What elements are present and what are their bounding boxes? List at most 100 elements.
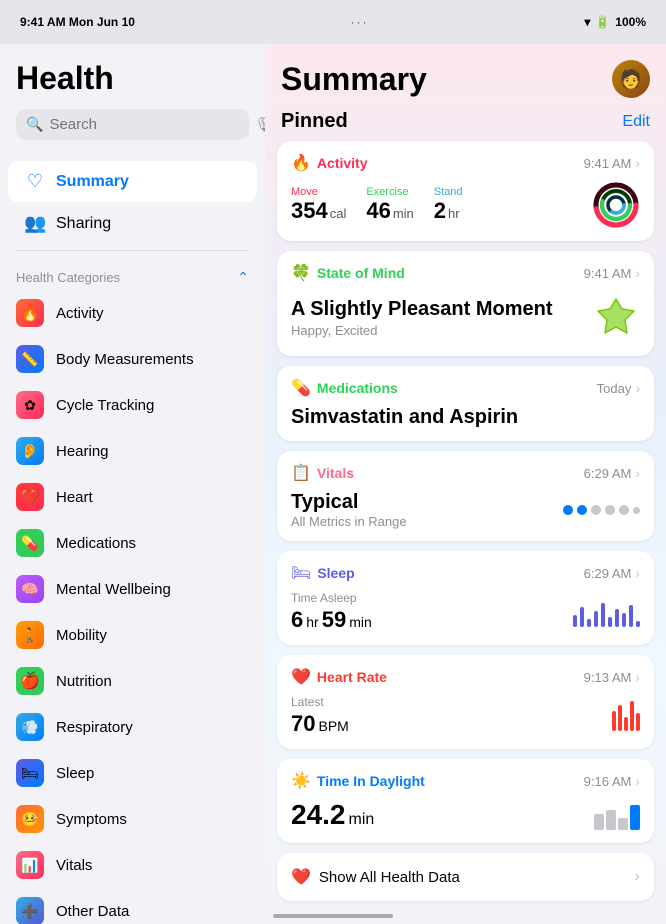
status-center: ··· (351, 15, 369, 29)
sleep-icon: 🛏 (16, 759, 44, 787)
state-of-mind-value: A Slightly Pleasant Moment (291, 298, 553, 321)
daylight-body: 24.2 min (291, 799, 640, 831)
vitals-sub: All Metrics in Range (291, 514, 407, 529)
pinned-section-header: Pinned Edit (265, 106, 666, 141)
sidebar-item-symptoms[interactable]: 🤒 Symptoms (0, 796, 265, 842)
medications-header: 💊 Medications Today › (291, 378, 640, 398)
dot-5 (619, 505, 629, 515)
avatar[interactable]: 🧑 (612, 60, 650, 98)
edit-button[interactable]: Edit (622, 113, 650, 131)
mental-label: Mental Wellbeing (56, 581, 171, 598)
nutrition-label: Nutrition (56, 673, 112, 690)
sleep-min-unit: min (349, 614, 372, 630)
sleep-duration: 6 hr 59 min (291, 607, 372, 633)
sidebar: Health 🔍 🎙 ♡ Summary 👥 Sharing Health Ca… (0, 44, 265, 924)
activity-card-title: Activity (317, 155, 368, 171)
show-all-chevron-icon: › (635, 868, 640, 886)
sleep-body: Time Asleep 6 hr 59 min (291, 591, 640, 633)
sidebar-item-sleep[interactable]: 🛏 Sleep (0, 750, 265, 796)
body-label: Body Measurements (56, 351, 194, 368)
vitals-dots (563, 505, 640, 515)
sidebar-item-activity[interactable]: 🔥 Activity (0, 290, 265, 336)
activity-left: Move 354 cal Exercise 46 min (291, 186, 463, 224)
state-of-mind-visual (592, 291, 640, 344)
move-value: 354 (291, 198, 328, 224)
activity-metrics: Move 354 cal Exercise 46 min (291, 181, 640, 229)
state-of-mind-title-row: 🍀 State of Mind (291, 263, 405, 283)
state-of-mind-text: A Slightly Pleasant Moment Happy, Excite… (291, 298, 553, 338)
search-input[interactable] (49, 116, 248, 133)
search-icon: 🔍 (26, 116, 43, 133)
health-categories-header: Health Categories ⌃ (0, 257, 265, 290)
vitals-header: 📋 Vitals 6:29 AM › (291, 463, 640, 483)
sleep-card-icon: 🛏 (291, 563, 311, 583)
mobility-label: Mobility (56, 627, 107, 644)
vitals-card[interactable]: 📋 Vitals 6:29 AM › Typical All Metrics i… (277, 451, 654, 541)
vitals-value: Typical (291, 491, 407, 514)
vitals-body: Typical All Metrics in Range (291, 491, 640, 529)
medications-title-row: 💊 Medications (291, 378, 398, 398)
sleep-label: Sleep (56, 765, 94, 782)
heart-rate-header: ❤️ Heart Rate 9:13 AM › (291, 667, 640, 687)
mobility-icon: 🚶 (16, 621, 44, 649)
main-content: Summary 🧑 Pinned Edit 🔥 Activity 9:41 AM… (265, 44, 666, 924)
main-header: Summary 🧑 (265, 44, 666, 106)
exercise-unit: min (393, 206, 414, 221)
dot-2 (577, 505, 587, 515)
daylight-chevron-icon: › (635, 773, 640, 789)
medications-label: Medications (56, 535, 136, 552)
show-all-row[interactable]: ❤️ Show All Health Data › (277, 853, 654, 901)
nutrition-icon: 🍎 (16, 667, 44, 695)
sidebar-item-respiratory[interactable]: 💨 Respiratory (0, 704, 265, 750)
meds-icon: 💊 (16, 529, 44, 557)
sidebar-item-medications[interactable]: 💊 Medications (0, 520, 265, 566)
pinned-title: Pinned (281, 110, 348, 133)
sidebar-item-heart[interactable]: ❤️ Heart (0, 474, 265, 520)
sleep-card-title: Sleep (317, 565, 354, 581)
sleep-time: 6:29 AM (584, 566, 632, 581)
state-of-mind-card[interactable]: 🍀 State of Mind 9:41 AM › A Slightly Ple… (277, 251, 654, 356)
hr-unit: BPM (318, 718, 348, 734)
wifi-icon: ▾ (584, 15, 590, 29)
sidebar-nav-label-summary: Summary (56, 173, 129, 191)
medications-card[interactable]: 💊 Medications Today › Simvastatin and As… (277, 366, 654, 441)
sidebar-item-vitals[interactable]: 📊 Vitals (0, 842, 265, 888)
respiratory-label: Respiratory (56, 719, 133, 736)
daylight-time: 9:16 AM (584, 774, 632, 789)
vitals-title-row: 📋 Vitals (291, 463, 354, 483)
search-bar[interactable]: 🔍 🎙 (16, 109, 249, 140)
sidebar-item-other[interactable]: ➕ Other Data (0, 888, 265, 924)
home-indicator (273, 914, 393, 918)
daylight-card[interactable]: ☀️ Time In Daylight 9:16 AM › 24.2 min (277, 759, 654, 843)
sidebar-item-sharing[interactable]: 👥 Sharing (8, 203, 257, 244)
daylight-header: ☀️ Time In Daylight 9:16 AM › (291, 771, 640, 791)
summary-icon: ♡ (24, 171, 46, 192)
sidebar-item-nutrition[interactable]: 🍎 Nutrition (0, 658, 265, 704)
move-metric: Move 354 cal (291, 186, 346, 224)
activity-card[interactable]: 🔥 Activity 9:41 AM › Move 354 cal (277, 141, 654, 241)
state-of-mind-header: 🍀 State of Mind 9:41 AM › (291, 263, 640, 283)
mic-icon[interactable]: 🎙 (254, 116, 265, 133)
sleep-card[interactable]: 🛏 Sleep 6:29 AM › Time Asleep 6 hr 59 mi… (277, 551, 654, 645)
daylight-title: Time In Daylight (317, 773, 425, 789)
activity-card-icon: 🔥 (291, 153, 311, 173)
activity-chevron-icon: › (635, 155, 640, 171)
show-all-label: Show All Health Data (319, 869, 460, 886)
heart-rate-card[interactable]: ❤️ Heart Rate 9:13 AM › Latest 70 BPM (277, 655, 654, 749)
sleep-text: Time Asleep 6 hr 59 min (291, 591, 372, 633)
cycle-label: Cycle Tracking (56, 397, 154, 414)
sidebar-item-summary[interactable]: ♡ Summary (8, 161, 257, 202)
daylight-value-row: 24.2 min (291, 799, 374, 831)
sidebar-item-mobility[interactable]: 🚶 Mobility (0, 612, 265, 658)
sidebar-item-body[interactable]: 📏 Body Measurements (0, 336, 265, 382)
sidebar-item-cycle[interactable]: ✿ Cycle Tracking (0, 382, 265, 428)
status-right: ▾ 🔋 100% (584, 15, 646, 29)
medications-chevron-icon: › (635, 380, 640, 396)
activity-title-row: 🔥 Activity (291, 153, 368, 173)
health-categories-title: Health Categories (16, 270, 120, 285)
move-label: Move (291, 186, 346, 198)
health-categories-chevron[interactable]: ⌃ (237, 269, 249, 286)
sidebar-item-mental[interactable]: 🧠 Mental Wellbeing (0, 566, 265, 612)
sidebar-nav-label-sharing: Sharing (56, 215, 111, 233)
sidebar-item-hearing[interactable]: 👂 Hearing (0, 428, 265, 474)
